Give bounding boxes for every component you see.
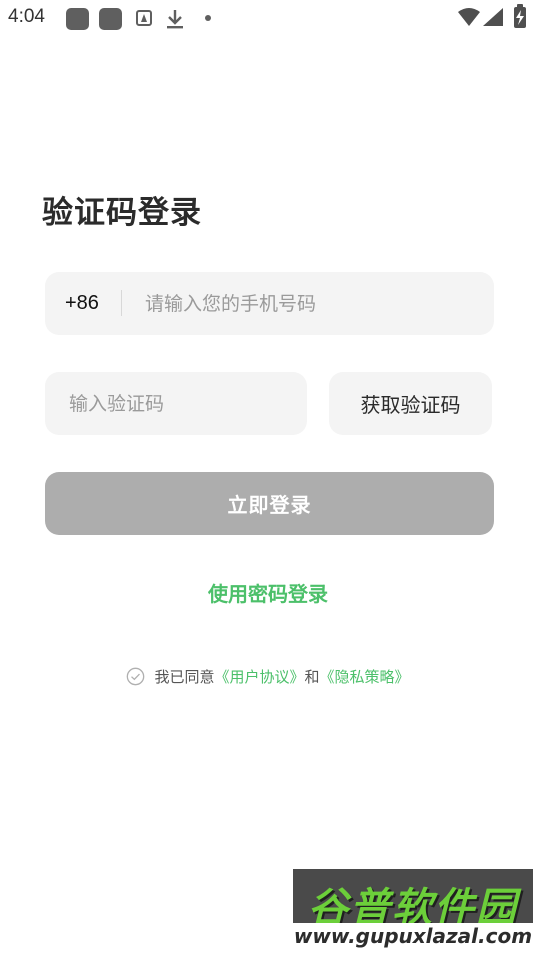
phone-field[interactable]: +86 xyxy=(45,272,494,335)
password-login-label[interactable]: 使用密码登录 xyxy=(208,582,328,606)
app-square-icon xyxy=(99,8,122,30)
dot-icon xyxy=(205,15,211,21)
wifi-icon xyxy=(458,8,480,26)
signal-icon xyxy=(483,8,503,26)
app-square-icon xyxy=(66,8,89,30)
agreement-prefix: 我已同意 xyxy=(154,668,215,686)
watermark: 谷普软件园 www.gupuxlazal.com xyxy=(293,869,533,949)
privacy-policy-link[interactable]: 《隐私策略》 xyxy=(320,666,410,687)
check-circle-icon[interactable] xyxy=(126,667,145,686)
password-login-link[interactable]: 使用密码登录 xyxy=(0,578,536,607)
user-agreement-link[interactable]: 《用户协议》 xyxy=(214,666,304,687)
agreement-row: 我已同意 《用户协议》 和 《隐私策略》 xyxy=(0,666,536,687)
agreement-and: 和 xyxy=(304,668,320,686)
login-button[interactable]: 立即登录 xyxy=(45,472,494,535)
download-icon xyxy=(167,10,183,29)
code-field[interactable] xyxy=(45,372,307,435)
phone-input[interactable] xyxy=(145,272,475,335)
status-time: 4:04 xyxy=(8,6,45,27)
get-code-button[interactable]: 获取验证码 xyxy=(329,372,492,435)
divider xyxy=(121,290,122,316)
page-title: 验证码登录 xyxy=(42,195,202,231)
font-a-icon xyxy=(136,10,152,26)
watermark-url: www.gupuxlazal.com xyxy=(293,923,533,949)
country-code[interactable]: +86 xyxy=(65,292,99,315)
status-bar: 4:04 xyxy=(0,0,536,36)
code-input[interactable] xyxy=(69,372,289,435)
battery-charging-icon xyxy=(514,4,526,28)
